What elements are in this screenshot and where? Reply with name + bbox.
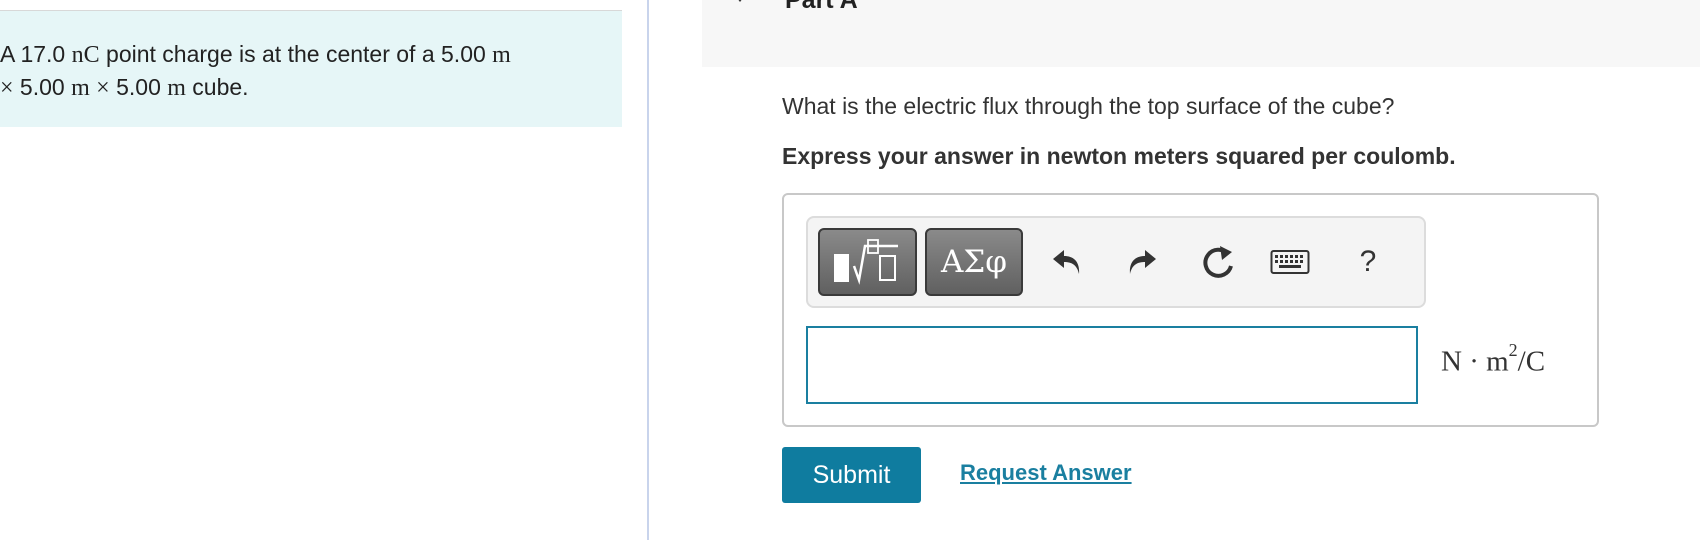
collapse-caret-icon[interactable] <box>731 0 749 2</box>
answer-units: N · m2/C <box>1441 340 1546 378</box>
problem-line-1: A 17.0 nC point charge is at the center … <box>0 41 511 68</box>
greek-letters-icon[interactable]: ΑΣφ <box>925 228 1023 296</box>
submit-button[interactable]: Submit <box>782 447 921 503</box>
answer-instruction: Express your answer in newton meters squ… <box>782 143 1456 169</box>
page: A 17.0 nC point charge is at the center … <box>0 0 1700 540</box>
answer-input[interactable] <box>806 326 1418 404</box>
column-divider <box>647 0 649 540</box>
request-answer-link[interactable]: Request Answer <box>960 460 1132 486</box>
help-icon[interactable]: ? <box>1348 240 1388 284</box>
question-prompt: What is the electric flux through the to… <box>782 93 1395 119</box>
templates-icon[interactable] <box>818 228 917 296</box>
problem-line-2: × 5.00 m × 5.00 m cube. <box>0 74 249 101</box>
keyboard-icon[interactable] <box>1270 240 1310 284</box>
part-title[interactable]: Part A <box>785 0 858 14</box>
undo-icon[interactable] <box>1048 240 1088 284</box>
redo-icon[interactable] <box>1121 240 1161 284</box>
problem-statement: A 17.0 nC point charge is at the center … <box>0 11 622 127</box>
math-toolbar: ΑΣφ ? <box>806 216 1426 308</box>
reset-icon[interactable] <box>1198 240 1238 284</box>
